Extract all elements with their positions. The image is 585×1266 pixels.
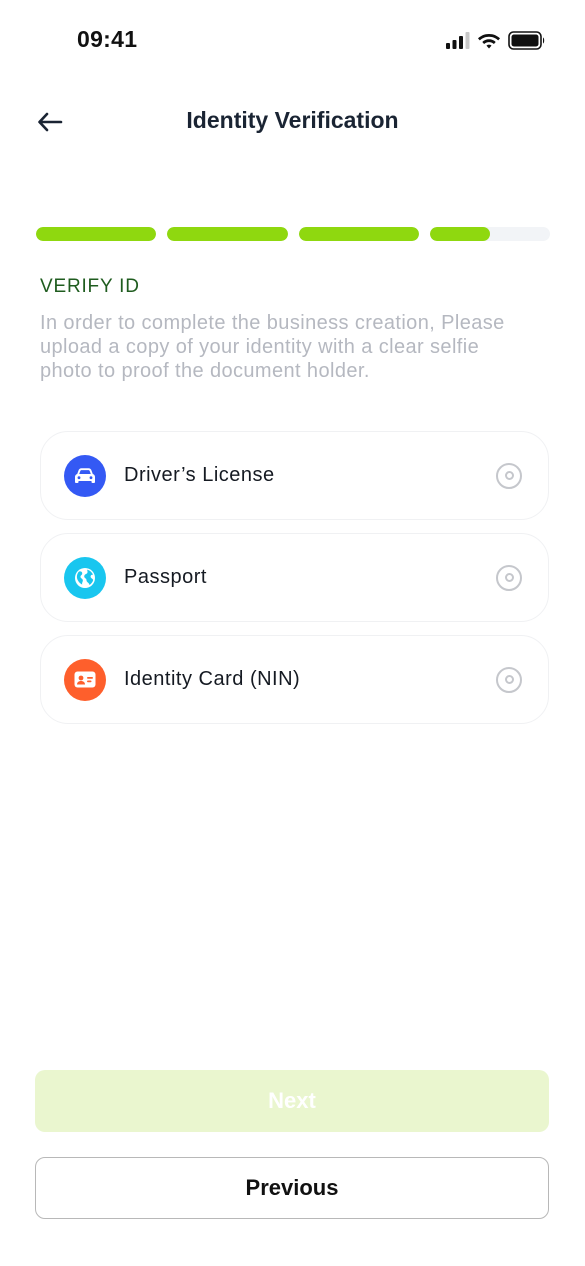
option-label: Driver’s License	[124, 464, 275, 486]
id-card-icon	[74, 671, 96, 688]
option-drivers-license[interactable]: Driver’s License	[40, 431, 549, 520]
signal-icon	[446, 32, 470, 49]
progress-step	[36, 227, 157, 241]
radio-dot	[504, 471, 514, 480]
wifi-icon	[478, 34, 500, 49]
option-icon-badge	[64, 454, 106, 497]
option-icon-badge	[64, 556, 106, 599]
car-icon	[75, 467, 95, 483]
radio-button[interactable]	[496, 462, 522, 489]
radio-button[interactable]	[496, 666, 522, 693]
page-title: Identity Verification	[186, 107, 399, 133]
previous-button[interactable]: Previous	[35, 1157, 549, 1219]
radio-button[interactable]	[496, 564, 522, 591]
status-time: 09:41	[77, 26, 138, 52]
next-button[interactable]: Next	[35, 1070, 549, 1132]
option-icon-badge	[64, 658, 106, 701]
radio-dot	[504, 573, 514, 582]
option-passport[interactable]: Passport	[40, 533, 549, 622]
progress-step	[298, 227, 419, 241]
status-bar: 09:41	[0, 0, 585, 80]
progress-stepper	[36, 227, 550, 241]
section-description: In order to complete the business creati…	[40, 312, 505, 382]
option-label: Passport	[124, 566, 207, 588]
globe-icon	[75, 567, 95, 588]
option-label: Identity Card (NIN)	[124, 668, 301, 690]
radio-dot	[504, 675, 514, 684]
progress-step	[167, 227, 288, 241]
progress-step	[429, 227, 550, 241]
battery-icon	[508, 31, 545, 50]
section-title: VERIFY ID	[40, 276, 140, 297]
option-identity-card[interactable]: Identity Card (NIN)	[40, 635, 549, 724]
